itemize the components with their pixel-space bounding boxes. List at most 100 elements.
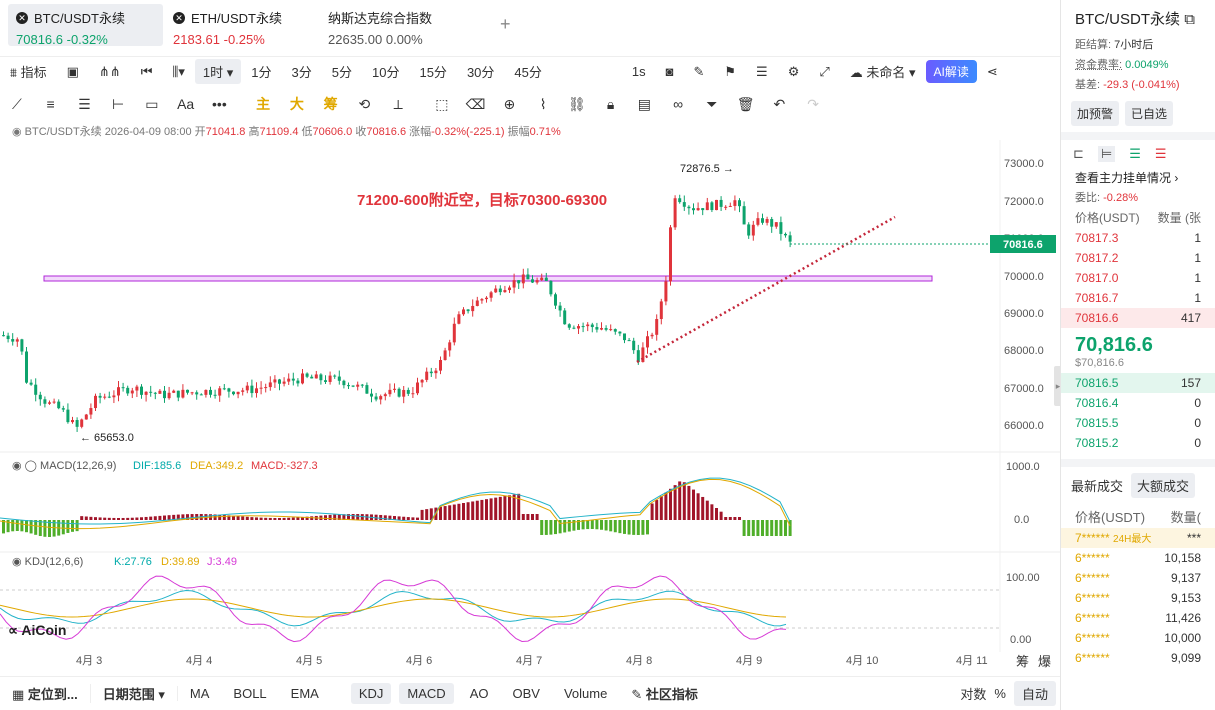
bid-row[interactable]: 70816.5 157 <box>1061 373 1215 393</box>
undo-icon[interactable]: ↶ <box>763 96 797 113</box>
liquidation-corner-button[interactable]: 爆 <box>1038 654 1051 669</box>
ask-row[interactable]: 70817.0 1 <box>1061 268 1215 288</box>
interval-select[interactable]: 1时 ▾ <box>194 59 242 84</box>
ask-row[interactable]: 70817.3 1 <box>1061 228 1215 248</box>
big-order-button[interactable]: 大 <box>280 94 314 114</box>
measure-icon[interactable]: ⟂ <box>381 96 415 113</box>
bid-row[interactable]: 70815.5 0 <box>1061 413 1215 433</box>
ai-interpret-button[interactable]: AI解读 <box>925 60 977 83</box>
current-price-text: 70816.6 <box>1003 239 1043 251</box>
magnet-icon[interactable]: ⌇ <box>526 96 560 113</box>
list-icon[interactable]: ☰ <box>746 64 778 80</box>
community-indicators-button[interactable]: ✎ 社区指标 <box>619 684 710 703</box>
indicator-button[interactable]: ⩩ 指标 <box>0 62 57 81</box>
ticker-tab-nasdaq[interactable]: 纳斯达克综合指数 22635.00 0.00% <box>320 4 480 47</box>
ind-volume[interactable]: Volume <box>552 686 619 701</box>
flag-icon[interactable]: ⚑ <box>714 64 746 80</box>
macd-bar <box>291 517 295 520</box>
ask-row[interactable]: 70817.2 1 <box>1061 248 1215 268</box>
tab-large-trades[interactable]: 大额成交 <box>1131 473 1196 498</box>
interval-30m[interactable]: 30分 <box>457 62 504 81</box>
rectangle-icon[interactable]: ▭ <box>135 96 169 113</box>
layout-icon[interactable]: ▣ <box>57 64 89 80</box>
lock-icon[interactable]: 🔒︎ <box>594 96 628 113</box>
tab-latest-trades[interactable]: 最新成交 <box>1071 473 1123 498</box>
interval-15m[interactable]: 15分 <box>409 62 456 81</box>
parallel-lines-icon[interactable]: ≡ <box>34 96 68 112</box>
chart-canvas[interactable]: 71200-600附近空，目标70300-69300 72876.5 → ← 6… <box>0 140 1060 676</box>
kdj-legend-name[interactable]: ◉ KDJ(12,6,6) <box>12 556 83 568</box>
horizontal-lines-icon[interactable]: ☰ <box>68 96 102 113</box>
interval-5m[interactable]: 5分 <box>322 62 362 81</box>
ind-ao[interactable]: AO <box>458 686 501 701</box>
add-alert-button[interactable]: 加预警 <box>1071 101 1120 126</box>
zoom-in-icon[interactable]: ⊕ <box>493 96 527 113</box>
ticker-tab-eth[interactable]: ✕ ETH/USDT永续 2183.61 -0.25% <box>165 4 315 47</box>
layout-name-select[interactable]: ☁ 未命名 ▾ <box>840 62 926 81</box>
fullscreen-icon[interactable]: ⤢ <box>809 64 839 80</box>
camera-icon[interactable]: ◙ <box>656 64 684 79</box>
trash-icon[interactable]: 🗑︎ <box>729 96 763 113</box>
chart-type-icon[interactable]: ⋔⋔ <box>89 64 131 80</box>
ind-obv[interactable]: OBV <box>500 686 551 701</box>
price-axis[interactable]: 73000.0 72000.0 71000.0 70000.0 69000.0 … <box>1004 158 1044 432</box>
more-tools-icon[interactable]: ••• <box>203 96 237 112</box>
candle-type-icon[interactable]: ⫼▾ <box>162 64 195 80</box>
share-icon[interactable]: ⋖ <box>977 64 1008 80</box>
ind-kdj[interactable]: KDJ <box>350 683 392 704</box>
depth-both-icon[interactable]: ⊨ <box>1097 146 1116 162</box>
select-icon[interactable]: ⬚ <box>425 96 459 113</box>
horizontal-ray-icon[interactable]: ⊢ <box>101 96 135 113</box>
ind-ema[interactable]: EMA <box>279 686 331 701</box>
external-icon[interactable]: ⧉ <box>1184 11 1195 28</box>
chart-annotation[interactable]: 71200-600附近空，目标70300-69300 <box>357 191 607 209</box>
interval-3m[interactable]: 3分 <box>282 62 322 81</box>
interval-1s[interactable]: 1s <box>622 64 656 79</box>
settings-icon[interactable]: ⚙ <box>778 64 810 80</box>
trendline-icon[interactable]: ⟋ <box>0 96 34 113</box>
interval-45m[interactable]: 45分 <box>504 62 551 81</box>
interval-10m[interactable]: 10分 <box>362 62 409 81</box>
ind-macd[interactable]: MACD <box>399 683 454 704</box>
trend-line[interactable] <box>636 215 896 364</box>
filter-icon[interactable]: ⏷ <box>695 96 729 113</box>
chip-corner-button[interactable]: 筹 <box>1016 654 1029 669</box>
symbol-title[interactable]: BTC/USDT永续 ⧉ <box>1075 8 1215 29</box>
depth-bids-icon[interactable]: ☰ <box>1129 146 1141 162</box>
bid-row[interactable]: 70815.2 0 <box>1061 433 1215 453</box>
depth-asks-icon[interactable]: ☰ <box>1155 146 1167 162</box>
main-orders-link[interactable]: 查看主力挂单情况 › <box>1061 168 1215 188</box>
watchlist-button[interactable]: 已自选 <box>1125 101 1174 126</box>
redo-icon[interactable]: ↷ <box>796 96 830 113</box>
replay-icon[interactable]: ⏮ <box>131 64 163 80</box>
main-force-button[interactable]: 主 <box>246 94 280 114</box>
percent-scale-button[interactable]: % <box>990 686 1010 701</box>
sync-icon[interactable]: ⟲ <box>348 96 382 113</box>
ask-row[interactable]: 70816.6 417 <box>1061 308 1215 328</box>
ticker-tab-btc[interactable]: ✕ BTC/USDT永续 70816.6 -0.32% <box>8 4 163 47</box>
log-scale-button[interactable]: 对数 <box>956 684 990 703</box>
text-tool[interactable]: Aa <box>169 96 203 112</box>
date-range-select[interactable]: 日期范围 ▾ <box>89 684 177 703</box>
eye-icon[interactable]: ◉ <box>12 126 22 138</box>
add-tab-button[interactable]: + <box>500 14 511 35</box>
chip-button[interactable]: 筹 <box>314 94 348 114</box>
ind-ma[interactable]: MA <box>176 686 222 701</box>
close-icon[interactable]: ✕ <box>173 11 185 24</box>
link-icon[interactable]: ∞ <box>661 96 695 112</box>
resistance-band[interactable] <box>43 275 933 282</box>
bid-row[interactable]: 70816.4 0 <box>1061 393 1215 413</box>
eraser-icon[interactable]: ⌫ <box>459 96 493 113</box>
chain-icon[interactable]: ⛓ <box>560 96 594 113</box>
time-axis[interactable]: 4月 3 4月 4 4月 5 4月 6 4月 7 4月 8 4月 9 4月 10… <box>76 655 988 667</box>
pencil-icon[interactable]: ✎ <box>683 64 714 80</box>
interval-1m[interactable]: 1分 <box>241 62 281 81</box>
locate-button[interactable]: ▦ 定位到... <box>0 684 90 703</box>
hide-icon[interactable]: ▤ <box>628 96 662 113</box>
depth-mode-icon[interactable]: ⊏ <box>1073 146 1084 162</box>
macd-legend-name[interactable]: ◉ ◯ MACD(12,26,9) <box>12 460 116 472</box>
ask-row[interactable]: 70816.7 1 <box>1061 288 1215 308</box>
close-icon[interactable]: ✕ <box>16 11 28 24</box>
auto-scale-button[interactable]: 自动 <box>1013 681 1056 706</box>
ind-boll[interactable]: BOLL <box>221 686 278 701</box>
